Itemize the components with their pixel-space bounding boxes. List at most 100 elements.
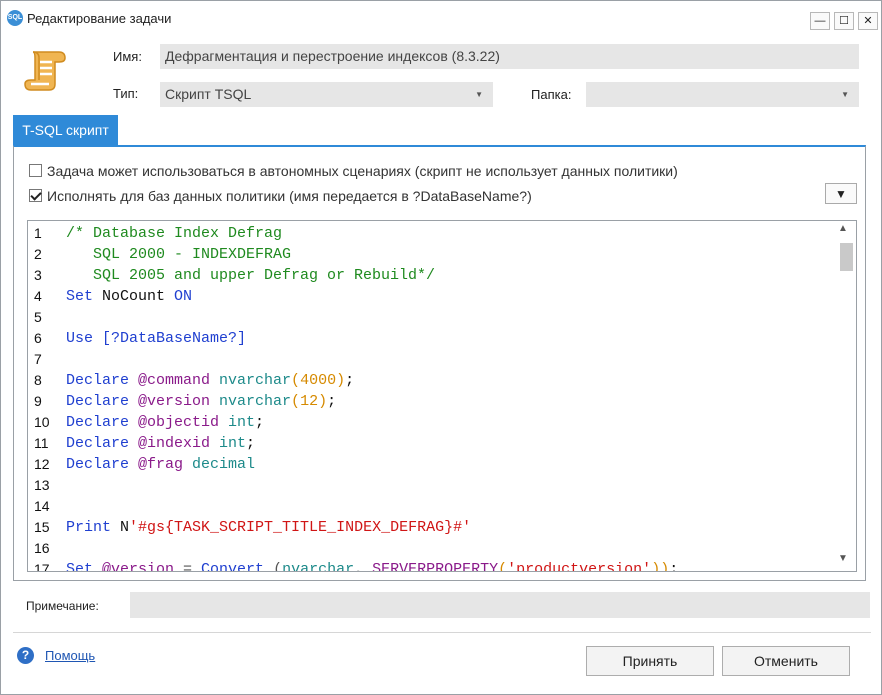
code-line: Declare @command nvarchar(4000); bbox=[66, 370, 354, 391]
script-scroll-icon bbox=[24, 51, 66, 91]
code-line: SQL 2005 and upper Defrag or Rebuild*/ bbox=[66, 265, 435, 286]
code-token: @indexid bbox=[138, 435, 211, 452]
maximize-button[interactable]: ☐ bbox=[834, 12, 854, 30]
code-line: Print N'#gs{TASK_SCRIPT_TITLE_INDEX_DEFR… bbox=[66, 517, 471, 538]
code-token: Set bbox=[66, 561, 103, 572]
code-token: @version bbox=[138, 393, 211, 410]
code-token: )) bbox=[651, 561, 670, 572]
code-token: ) bbox=[318, 393, 328, 410]
code-token: ; bbox=[246, 435, 256, 452]
line-number: 15 bbox=[34, 519, 50, 535]
line-number: 12 bbox=[34, 456, 50, 472]
code-token: int bbox=[210, 435, 247, 452]
line-number: 9 bbox=[34, 393, 42, 409]
title-bar: SQL Редактирование задачи — ☐ ✕ bbox=[1, 1, 881, 35]
code-token: int bbox=[219, 414, 256, 431]
autonomous-checkbox[interactable] bbox=[29, 164, 42, 177]
type-combo[interactable]: Скрипт TSQL ▼ bbox=[160, 82, 493, 107]
vertical-scrollbar[interactable]: ▲ ▼ bbox=[834, 221, 856, 571]
scrollbar-thumb[interactable] bbox=[840, 243, 853, 271]
accept-button[interactable]: Принять bbox=[586, 646, 714, 676]
code-token: nvarchar bbox=[210, 393, 292, 410]
code-token: NoCount bbox=[93, 288, 175, 305]
code-token: Set bbox=[66, 288, 94, 305]
line-number: 3 bbox=[34, 267, 42, 283]
code-token: Print bbox=[66, 519, 112, 536]
window-title: Редактирование задачи bbox=[27, 11, 172, 26]
code-token: ; bbox=[255, 414, 265, 431]
line-number: 13 bbox=[34, 477, 50, 493]
folder-combo[interactable]: ▼ bbox=[586, 82, 859, 107]
line-number: 10 bbox=[34, 414, 50, 430]
code-token: decimal bbox=[183, 456, 256, 473]
code-token: 12 bbox=[300, 393, 319, 410]
scroll-up-icon[interactable]: ▲ bbox=[838, 223, 848, 234]
code-token: Declare bbox=[66, 372, 139, 389]
code-token: @command bbox=[138, 372, 211, 389]
line-number: 1 bbox=[34, 225, 42, 241]
line-number: 7 bbox=[34, 351, 42, 367]
name-label: Имя: bbox=[113, 49, 142, 64]
type-combo-value: Скрипт TSQL bbox=[165, 86, 252, 102]
cancel-button[interactable]: Отменить bbox=[722, 646, 850, 676]
code-token: 'productversion' bbox=[507, 561, 652, 572]
minimize-button[interactable]: — bbox=[810, 12, 830, 30]
code-token: = bbox=[174, 561, 202, 572]
line-number: 14 bbox=[34, 498, 50, 514]
autonomous-label: Задача может использоваться в автономных… bbox=[47, 163, 678, 179]
task-editor-window: SQL Редактирование задачи — ☐ ✕ Имя: Деф… bbox=[0, 0, 882, 695]
chevron-down-icon: ▼ bbox=[841, 90, 849, 99]
tab-tsql-script[interactable]: T-SQL скрипт bbox=[13, 115, 118, 146]
code-token: Declare bbox=[66, 435, 139, 452]
code-token: ) bbox=[336, 372, 346, 389]
name-field[interactable]: Дефрагментация и перестроение индексов (… bbox=[160, 44, 859, 69]
code-area[interactable]: /* Database Index Defrag SQL 2000 - INDE… bbox=[66, 221, 836, 572]
code-token: @objectid bbox=[138, 414, 220, 431]
code-token: ( bbox=[291, 393, 301, 410]
code-token: Declare bbox=[66, 393, 139, 410]
code-token: Declare bbox=[66, 414, 139, 431]
code-token: ; bbox=[345, 372, 355, 389]
code-token: ; bbox=[327, 393, 337, 410]
code-token: /* Database Index Defrag bbox=[66, 225, 283, 242]
code-token: @version bbox=[102, 561, 175, 572]
help-link[interactable]: Помощь bbox=[45, 648, 95, 663]
code-token: 4000 bbox=[300, 372, 337, 389]
options-menu-button[interactable]: ▼ bbox=[825, 183, 857, 204]
code-line: Declare @indexid int; bbox=[66, 433, 255, 454]
app-icon: SQL bbox=[7, 10, 23, 26]
code-token: '#gs{TASK_SCRIPT_TITLE_INDEX_DEFRAG}#' bbox=[129, 519, 472, 536]
code-line: Use [?DataBaseName?] bbox=[66, 328, 246, 349]
code-token: Convert bbox=[201, 561, 265, 572]
code-token: Use [?DataBaseName?] bbox=[66, 330, 247, 347]
note-field[interactable] bbox=[130, 592, 870, 618]
line-number: 17 bbox=[34, 561, 50, 572]
scroll-down-icon[interactable]: ▼ bbox=[838, 553, 848, 564]
line-number: 8 bbox=[34, 372, 42, 388]
code-token: nvarchar bbox=[210, 372, 292, 389]
code-token: ; bbox=[669, 561, 679, 572]
code-token: ( bbox=[498, 561, 508, 572]
close-button[interactable]: ✕ bbox=[858, 12, 878, 30]
code-token: ON bbox=[174, 288, 193, 305]
code-token: SERVERPROPERTY bbox=[372, 561, 499, 572]
folder-label: Папка: bbox=[531, 87, 572, 102]
type-label: Тип: bbox=[113, 86, 139, 101]
sql-editor[interactable]: 1 2 3 4 5 6 7 8 9 10 11 12 13 14 15 16 17 /* Database In… bbox=[27, 220, 857, 572]
line-number: 6 bbox=[34, 330, 42, 346]
note-label: Примечание: bbox=[26, 599, 99, 613]
code-line: Set NoCount ON bbox=[66, 286, 192, 307]
line-number: 16 bbox=[34, 540, 50, 556]
code-line: Declare @version nvarchar(12); bbox=[66, 391, 336, 412]
line-number: 2 bbox=[34, 246, 42, 262]
footer-divider bbox=[13, 632, 871, 633]
code-token: Declare bbox=[66, 456, 139, 473]
help-icon[interactable]: ? bbox=[17, 647, 34, 664]
code-line: Set @version = Convert ( nvarchar, SERVER… bbox=[66, 559, 679, 572]
code-token: , bbox=[354, 561, 373, 572]
line-number: 4 bbox=[34, 288, 42, 304]
per-db-checkbox[interactable] bbox=[29, 189, 42, 202]
code-line: SQL 2000 - INDEXDEFRAG bbox=[66, 244, 291, 265]
code-token: SQL 2005 and upper Defrag or Rebuild*/ bbox=[66, 267, 436, 284]
code-token: nvarchar bbox=[282, 561, 355, 572]
